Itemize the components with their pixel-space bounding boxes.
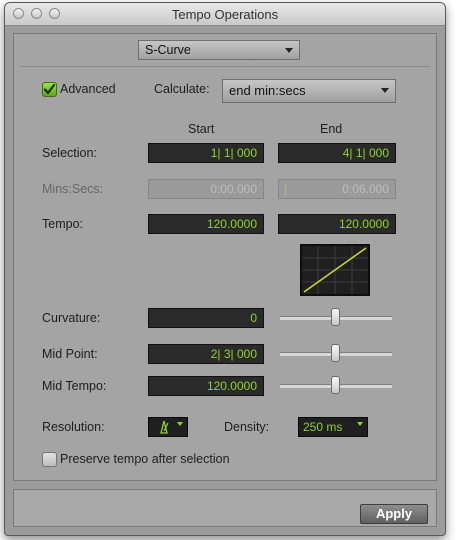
density-label: Density:: [224, 420, 270, 434]
mid-tempo-slider-thumb[interactable]: [331, 376, 340, 394]
density-dropdown[interactable]: 250 ms: [298, 417, 368, 437]
selection-start-field[interactable]: 1| 1| 000: [148, 143, 264, 163]
mid-point-field[interactable]: 2| 3| 000: [148, 344, 264, 364]
chevron-down-icon: [177, 422, 183, 426]
mid-point-label: Mid Point:: [42, 347, 98, 361]
resolution-dropdown[interactable]: [148, 417, 188, 437]
advanced-checkbox[interactable]: [42, 82, 57, 97]
mid-tempo-label: Mid Tempo:: [42, 379, 107, 393]
chevron-down-icon: [357, 422, 363, 426]
end-column-header: End: [320, 122, 343, 136]
selection-end-field[interactable]: 4| 1| 000: [278, 143, 396, 163]
calculate-dropdown-value: end min:secs: [229, 83, 306, 98]
dialog-footer: Apply: [13, 489, 437, 527]
curvature-slider-thumb[interactable]: [331, 308, 340, 326]
mins-secs-start-field: 0:00.000: [148, 179, 264, 199]
curvature-field[interactable]: 0: [148, 308, 264, 328]
calculate-dropdown[interactable]: end min:secs: [222, 79, 396, 103]
curve-graph-icon: [302, 246, 368, 294]
mid-point-slider-thumb[interactable]: [331, 344, 340, 362]
preserve-tempo-label: Preserve tempo after selection: [60, 452, 230, 466]
mins-secs-end-field: | 0:06.000: [278, 179, 396, 199]
tempo-operations-window: Tempo Operations S-Curve Advanced Calcul…: [4, 2, 446, 536]
tempo-end-field[interactable]: 120.0000: [278, 214, 396, 234]
chevron-down-icon: [381, 88, 389, 93]
title-bar[interactable]: Tempo Operations: [5, 3, 445, 26]
mid-tempo-field[interactable]: 120.0000: [148, 376, 264, 396]
tempo-start-field[interactable]: 120.0000: [148, 214, 264, 234]
operation-dropdown[interactable]: S-Curve: [138, 40, 300, 60]
preserve-tempo-checkbox[interactable]: [42, 452, 57, 467]
metronome-icon: [160, 420, 169, 434]
checkmark-icon: [43, 83, 56, 95]
chevron-down-icon: [285, 48, 293, 53]
window-title: Tempo Operations: [171, 7, 279, 22]
divider: [20, 66, 430, 67]
mins-secs-label: Mins:Secs:: [42, 182, 104, 196]
tempo-curve-graph: [300, 244, 370, 296]
apply-button[interactable]: Apply: [360, 504, 428, 524]
tempo-panel: S-Curve Advanced Calculate: end min:secs…: [13, 33, 437, 481]
start-column-header: Start: [188, 122, 215, 136]
operation-dropdown-value: S-Curve: [145, 43, 191, 57]
tempo-label: Tempo:: [42, 217, 83, 231]
curvature-label: Curvature:: [42, 311, 101, 325]
mins-secs-end-value: 0:06.000: [342, 182, 389, 196]
text-cursor: |: [284, 182, 288, 196]
resolution-label: Resolution:: [42, 420, 105, 434]
selection-label: Selection:: [42, 146, 97, 160]
calculate-label: Calculate:: [154, 82, 210, 96]
density-value: 250 ms: [303, 420, 343, 434]
advanced-label: Advanced: [60, 82, 116, 96]
